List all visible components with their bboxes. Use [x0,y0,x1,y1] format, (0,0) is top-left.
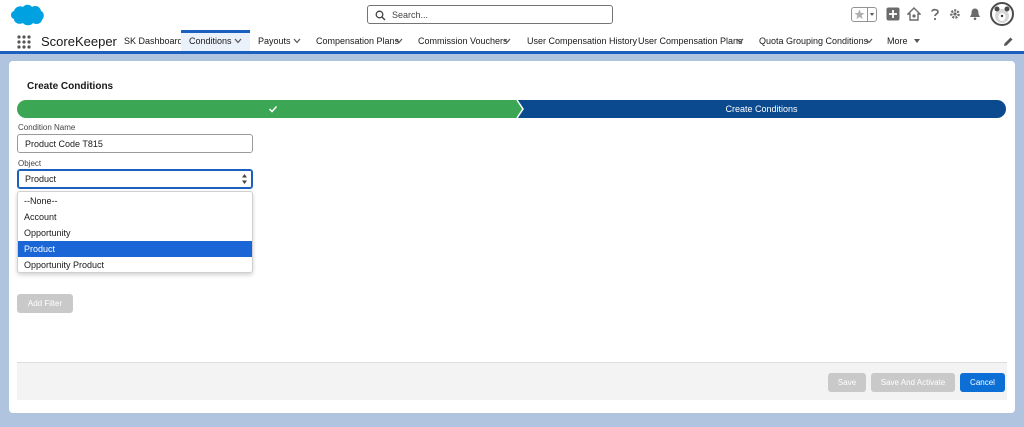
object-label: Object [18,159,42,168]
nav-item-compensation-plans[interactable]: Compensation Plans [316,30,399,51]
condition-name-label: Condition Name [18,123,76,132]
nav-item-label: Conditions [189,36,232,46]
nav-item-quota-grouping-conditions[interactable]: Quota Grouping Conditions [759,30,868,51]
salesforce-cloud-logo[interactable] [9,3,45,27]
path-step-completed[interactable] [17,100,517,118]
search-icon [375,10,386,21]
object-option-opportunity[interactable]: Opportunity [18,225,252,241]
object-option-none[interactable]: --None-- [18,193,252,209]
app-launcher-icon[interactable] [17,35,31,49]
favorites-button-group[interactable] [851,7,877,22]
chevron-down-icon[interactable] [865,38,873,44]
path-step-current-label: Create Conditions [725,104,798,114]
checkmark-icon [268,105,278,113]
avatar-bear-icon [994,6,1010,23]
settings-gear-icon[interactable] [948,7,962,21]
chevron-down-icon[interactable] [503,38,511,44]
select-up-down-arrows-icon [242,174,247,184]
add-filter-button[interactable]: Add Filter [17,294,73,313]
page-title: Create Conditions [27,81,114,92]
add-icon[interactable] [886,7,900,21]
object-option-account[interactable]: Account [18,209,252,225]
object-option-opportunity-product[interactable]: Opportunity Product [18,257,252,273]
app-name: ScoreKeeper [41,34,117,49]
progress-path: Create Conditions [17,100,1006,118]
edit-nav-pencil-icon[interactable] [1003,36,1014,47]
condition-name-input[interactable]: Product Code T815 [17,134,253,153]
chevron-down-icon[interactable] [395,38,403,44]
trailhead-icon[interactable] [907,7,921,21]
favorites-star-icon[interactable] [854,9,865,20]
user-avatar[interactable] [990,2,1014,26]
search-placeholder: Search... [392,10,429,20]
cancel-button[interactable]: Cancel [960,373,1005,392]
help-icon[interactable] [928,7,942,21]
nav-item-commission-vouchers[interactable]: Commission Vouchers [418,30,508,51]
chevron-down-icon[interactable] [234,38,242,44]
nav-item-more[interactable]: More [887,30,908,51]
object-select[interactable]: Product [17,169,253,189]
create-conditions-card: Create Conditions Create Conditions Cond… [9,61,1015,413]
chevron-down-icon[interactable] [736,38,744,44]
nav-item-user-compensation-plans[interactable]: User Compensation Plans [638,30,743,51]
chevron-down-icon[interactable] [293,38,301,44]
nav-item-user-compensation-history[interactable]: User Compensation History [527,30,637,51]
object-option-product[interactable]: Product [18,241,252,257]
nav-item-sk-dashboard[interactable]: SK Dashboard [124,30,183,51]
save-and-activate-button[interactable]: Save And Activate [871,373,955,392]
notifications-bell-icon[interactable] [968,7,982,21]
save-button[interactable]: Save [828,373,866,392]
global-header: Search... [0,0,1024,30]
caret-down-icon[interactable] [913,38,921,44]
object-options-listbox: --None-- Account Opportunity Product Opp… [17,191,253,273]
form-footer: Save Save And Activate Cancel [17,362,1007,400]
app-navigation-bar: ScoreKeeper SK Dashboard Conditions Payo… [0,30,1024,54]
nav-item-payouts[interactable]: Payouts [258,30,291,51]
global-search-box[interactable]: Search... [367,5,613,24]
favorites-list-chevron-icon[interactable] [867,8,876,21]
